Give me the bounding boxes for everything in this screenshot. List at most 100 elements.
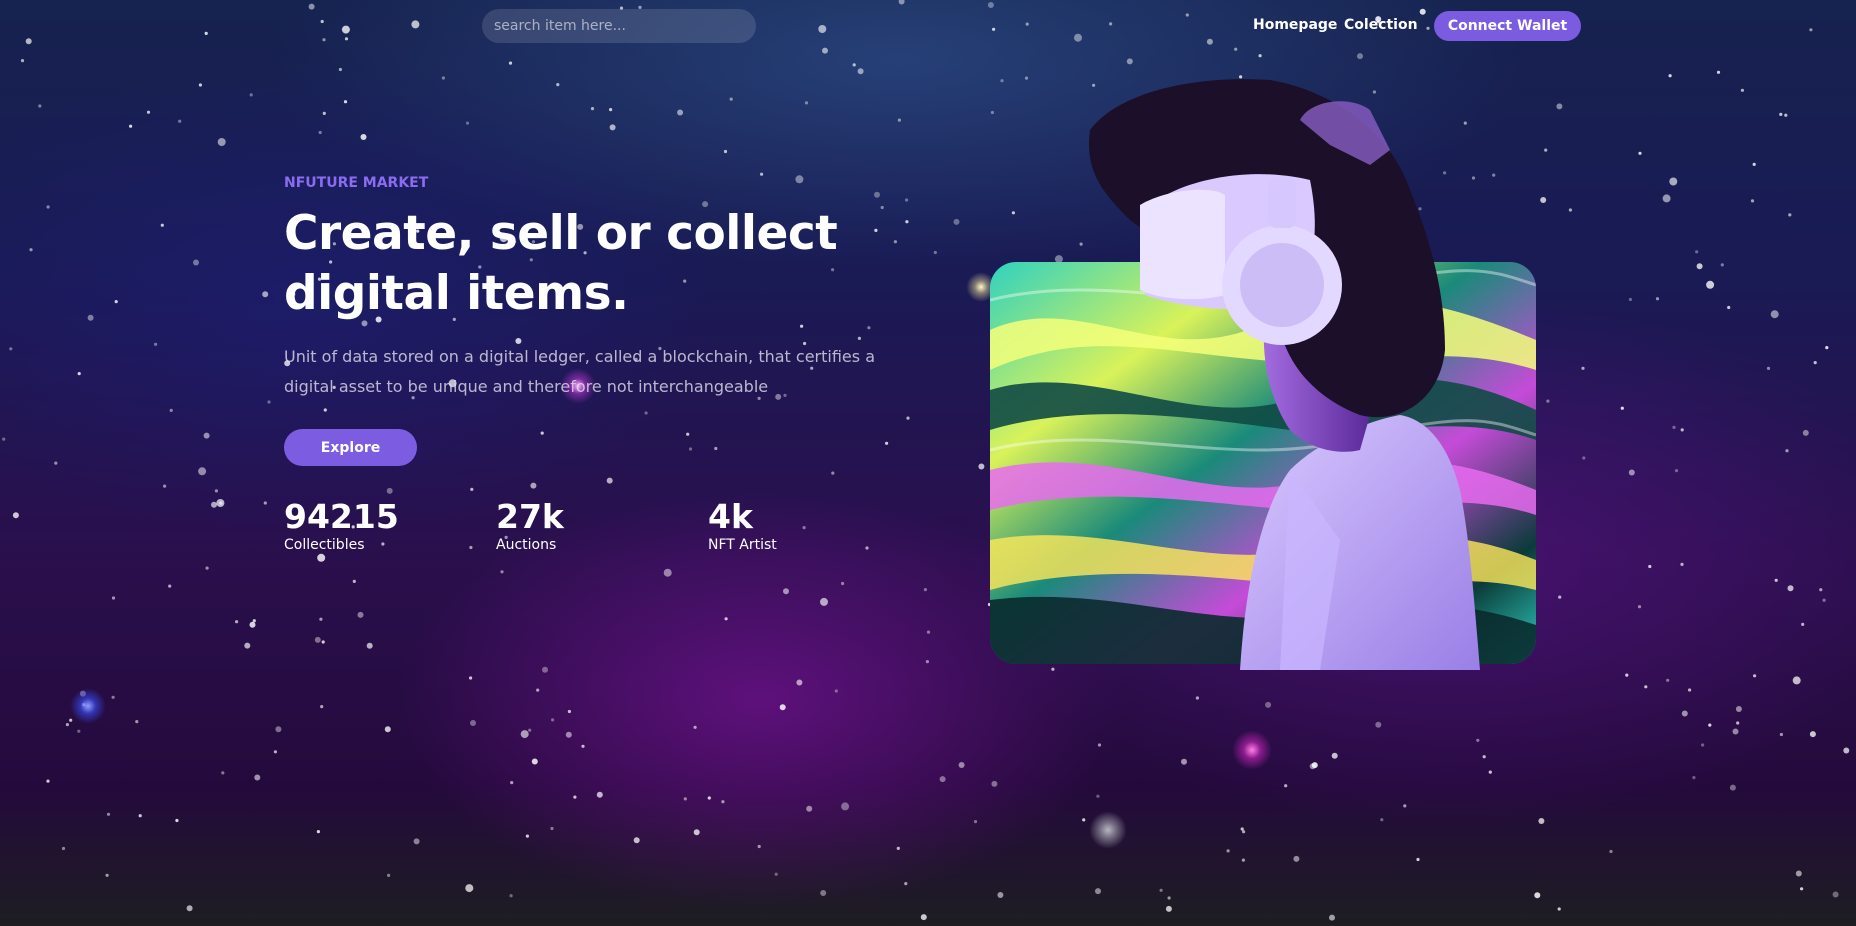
star bbox=[567, 709, 572, 714]
star bbox=[77, 729, 81, 733]
star bbox=[536, 688, 540, 692]
star bbox=[1706, 280, 1715, 289]
star bbox=[214, 489, 218, 493]
star bbox=[1556, 103, 1563, 110]
star bbox=[893, 240, 898, 244]
star bbox=[12, 512, 19, 519]
star bbox=[138, 814, 142, 818]
star bbox=[904, 882, 908, 886]
star bbox=[1752, 162, 1756, 166]
star bbox=[565, 731, 572, 738]
page-title: Create, sell or collect digital items. bbox=[284, 204, 884, 324]
star bbox=[1729, 784, 1736, 791]
star bbox=[106, 812, 111, 816]
star bbox=[111, 695, 115, 699]
star bbox=[1242, 830, 1246, 834]
star bbox=[1681, 710, 1688, 717]
star bbox=[1265, 701, 1272, 708]
star bbox=[1800, 887, 1804, 891]
star bbox=[783, 588, 789, 595]
star bbox=[1770, 310, 1779, 319]
star bbox=[273, 750, 277, 754]
star bbox=[1159, 888, 1163, 892]
star bbox=[822, 47, 828, 54]
nav-link-collection[interactable]: Colection bbox=[1344, 17, 1418, 33]
star bbox=[65, 723, 69, 727]
star bbox=[308, 3, 315, 10]
star bbox=[834, 689, 838, 693]
star bbox=[1331, 752, 1338, 759]
star bbox=[318, 130, 322, 135]
star bbox=[1488, 770, 1492, 774]
star bbox=[275, 726, 282, 733]
star bbox=[322, 111, 326, 115]
star bbox=[163, 484, 167, 488]
star bbox=[1195, 696, 1199, 700]
star bbox=[857, 68, 864, 75]
star bbox=[841, 802, 850, 811]
connect-wallet-button[interactable]: Connect Wallet bbox=[1434, 11, 1581, 41]
star bbox=[525, 834, 530, 838]
star bbox=[520, 730, 529, 739]
star bbox=[1774, 578, 1778, 582]
stat-auctions: 27k Auctions bbox=[496, 497, 686, 554]
star bbox=[341, 25, 350, 34]
star bbox=[573, 795, 577, 799]
search-input[interactable] bbox=[482, 9, 756, 43]
explore-button[interactable]: Explore bbox=[284, 429, 417, 466]
star bbox=[1809, 731, 1816, 738]
star bbox=[1688, 688, 1692, 692]
star bbox=[1750, 199, 1755, 203]
star bbox=[1546, 399, 1550, 403]
star bbox=[920, 914, 927, 921]
star bbox=[1126, 58, 1133, 65]
stat-collectibles: 94215 Collectibles bbox=[284, 497, 474, 554]
nav-link-homepage[interactable]: Homepage bbox=[1253, 17, 1337, 33]
star bbox=[146, 110, 151, 114]
star bbox=[470, 487, 474, 491]
star bbox=[1096, 794, 1100, 798]
star bbox=[357, 611, 364, 618]
star bbox=[216, 499, 225, 507]
star bbox=[1293, 855, 1300, 862]
star bbox=[1802, 429, 1809, 436]
star bbox=[46, 205, 50, 209]
star bbox=[114, 300, 118, 304]
star bbox=[1708, 723, 1712, 727]
glow-light bbox=[70, 688, 106, 724]
star bbox=[723, 149, 728, 154]
star bbox=[366, 642, 373, 649]
star bbox=[550, 826, 554, 831]
star bbox=[262, 291, 269, 298]
star bbox=[1095, 888, 1101, 895]
star bbox=[1357, 53, 1363, 60]
star bbox=[1779, 732, 1783, 737]
star bbox=[1787, 585, 1794, 592]
star bbox=[992, 27, 996, 31]
star bbox=[211, 501, 217, 508]
star bbox=[1416, 857, 1420, 862]
star bbox=[820, 597, 828, 606]
star bbox=[470, 720, 476, 726]
star bbox=[885, 441, 889, 445]
star bbox=[953, 218, 960, 225]
star bbox=[1809, 28, 1813, 32]
star bbox=[249, 621, 256, 628]
star bbox=[973, 820, 978, 824]
star bbox=[677, 109, 684, 116]
star bbox=[978, 463, 985, 470]
star bbox=[906, 416, 910, 420]
star bbox=[1655, 297, 1660, 301]
star bbox=[441, 76, 445, 80]
star bbox=[1666, 678, 1670, 682]
star bbox=[1419, 8, 1426, 15]
star bbox=[1832, 891, 1839, 898]
star bbox=[1568, 208, 1572, 212]
star bbox=[1813, 361, 1817, 365]
star bbox=[596, 791, 603, 798]
star bbox=[129, 124, 133, 128]
star bbox=[1311, 762, 1318, 769]
star bbox=[252, 619, 256, 623]
star bbox=[581, 744, 585, 748]
star bbox=[1234, 47, 1238, 51]
